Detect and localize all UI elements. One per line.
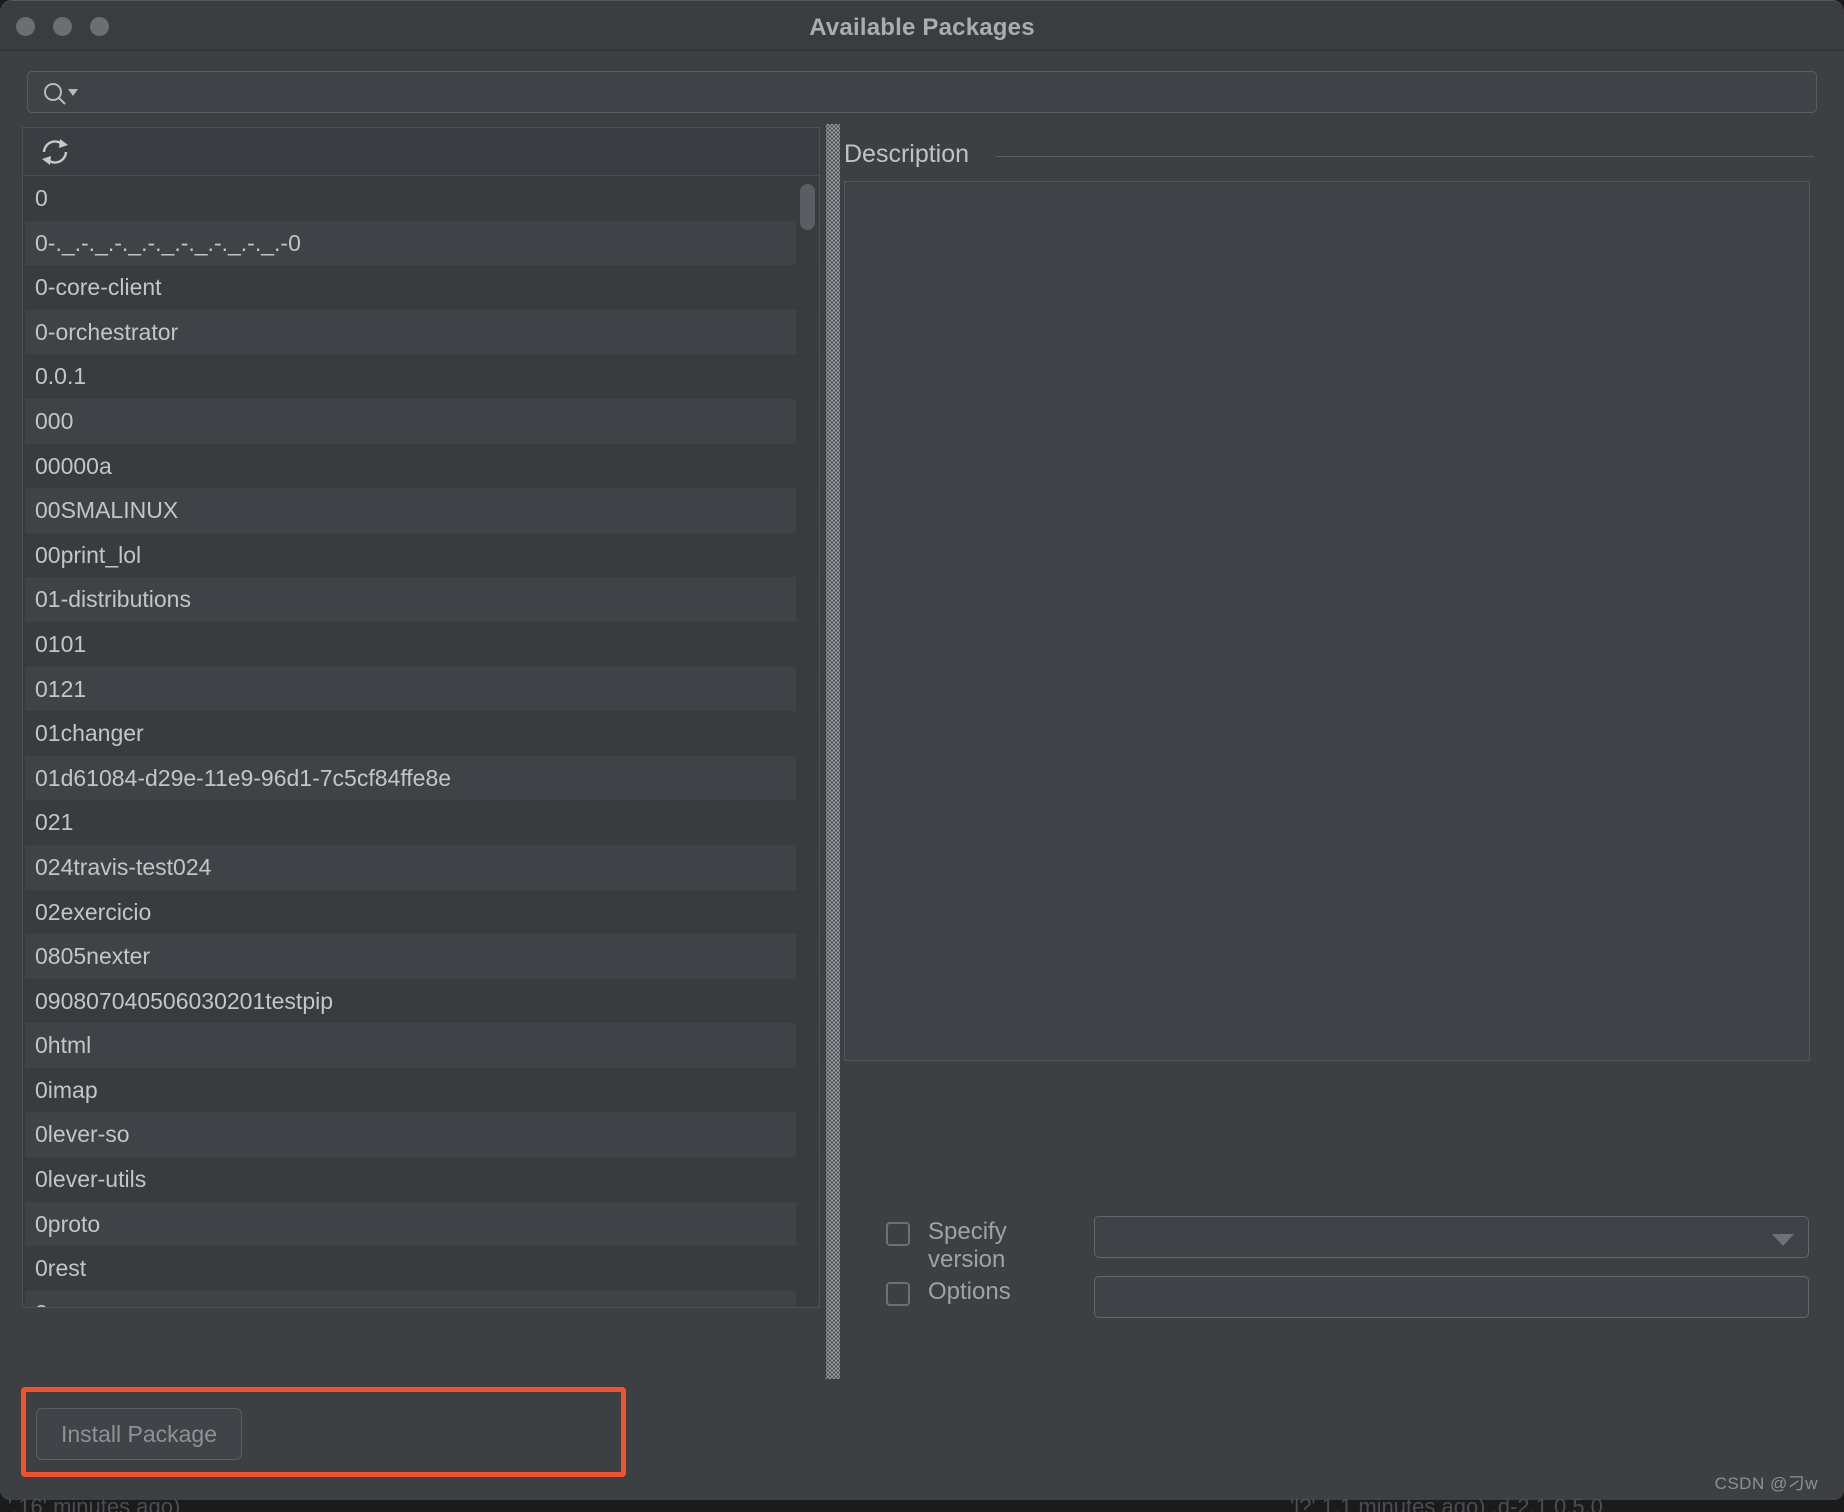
main-content: 0 0-._.-._.-._.-._.-._.-._.-._.-0 0-core-c… <box>0 124 1844 1379</box>
package-list-item[interactable]: 0lever-utils <box>23 1157 819 1202</box>
background-bleed-text: '.16' minutes ago) 'l?' 1.1 minutes ago)… <box>0 1494 1844 1512</box>
package-list-item[interactable]: 01-distributions <box>23 577 819 622</box>
package-list-item[interactable]: 021 <box>23 800 819 845</box>
package-list-item[interactable]: 0-._.-._.-._.-._.-._.-._.-._.-0 <box>23 220 819 266</box>
package-list-item[interactable]: 024travis-test024 <box>23 844 819 890</box>
description-panel: Description Specify version Options <box>840 124 1844 1379</box>
specify-version-combo[interactable] <box>1094 1216 1809 1258</box>
search-icon[interactable] <box>41 81 81 105</box>
bottom-bar: Install Package <box>0 1379 1844 1500</box>
package-list-item[interactable]: 02exercicio <box>23 889 819 935</box>
list-scrollbar[interactable] <box>796 176 818 1307</box>
package-list-item[interactable]: 0-core-client <box>23 265 819 310</box>
specify-version-label: Specify version <box>928 1218 1007 1273</box>
search-input[interactable] <box>84 72 1804 112</box>
title-bar: Available Packages <box>0 1 1844 51</box>
list-toolbar <box>23 128 819 176</box>
search-field[interactable] <box>27 71 1817 113</box>
package-list-item[interactable]: 00SMALINUX <box>23 488 819 533</box>
package-list-item[interactable]: 0121 <box>23 666 819 712</box>
window-title: Available Packages <box>809 14 1035 41</box>
watermark: CSDN @刁w <box>1714 1474 1818 1493</box>
chevron-down-icon <box>1772 1234 1794 1246</box>
panel-splitter[interactable] <box>826 124 840 1379</box>
package-list-item[interactable]: 0101 <box>23 621 819 667</box>
package-list-item[interactable]: 00000a <box>23 443 819 489</box>
package-list-item[interactable]: 0imap <box>23 1067 819 1113</box>
description-label: Description <box>844 140 970 168</box>
available-packages-window: Available Packages 0 0-._.-._.-._.-._.-.… <box>0 0 1844 1500</box>
package-list-item[interactable]: 0 <box>23 176 819 221</box>
options-label: Options <box>928 1278 1011 1305</box>
bleed-right: 'l?' 1.1 minutes ago) .d-2.1 0.5.0 <box>1290 1494 1603 1512</box>
package-list-item[interactable]: 0rss <box>23 1290 819 1307</box>
package-list-item[interactable]: 00print_lol <box>23 532 819 578</box>
package-list[interactable]: 0 0-._.-._.-._.-._.-._.-._.-._.-0 0-core-c… <box>23 176 819 1307</box>
bleed-left: '.16' minutes ago) <box>8 1494 181 1512</box>
options-checkbox[interactable] <box>886 1282 910 1306</box>
specify-version-checkbox[interactable] <box>886 1222 910 1246</box>
install-package-button[interactable]: Install Package <box>36 1408 242 1460</box>
package-list-panel: 0 0-._.-._.-._.-._.-._.-._.-._.-0 0-core-c… <box>22 127 820 1308</box>
search-bar <box>0 51 1844 124</box>
package-list-item[interactable]: 090807040506030201testpip <box>23 978 819 1024</box>
package-list-item[interactable]: 0-orchestrator <box>23 309 819 355</box>
package-list-item[interactable]: 0lever-so <box>23 1112 819 1158</box>
list-scrollbar-thumb[interactable] <box>800 184 815 230</box>
package-list-item[interactable]: 0.0.1 <box>23 354 819 399</box>
package-list-item[interactable]: 01changer <box>23 711 819 756</box>
options-input[interactable] <box>1094 1276 1809 1318</box>
description-header: Description <box>844 140 1834 170</box>
package-list-item[interactable]: 01d61084-d29e-11e9-96d1-7c5cf84ffe8e <box>23 755 819 801</box>
description-content <box>844 181 1810 1061</box>
description-separator <box>996 156 1814 157</box>
package-list-item[interactable]: 0805nexter <box>23 934 819 979</box>
package-list-item[interactable]: 0rest <box>23 1246 819 1291</box>
package-list-item[interactable]: 000 <box>23 398 819 444</box>
package-list-item[interactable]: 0html <box>23 1023 819 1068</box>
refresh-icon[interactable] <box>37 135 73 169</box>
package-list-item[interactable]: 0proto <box>23 1201 819 1247</box>
